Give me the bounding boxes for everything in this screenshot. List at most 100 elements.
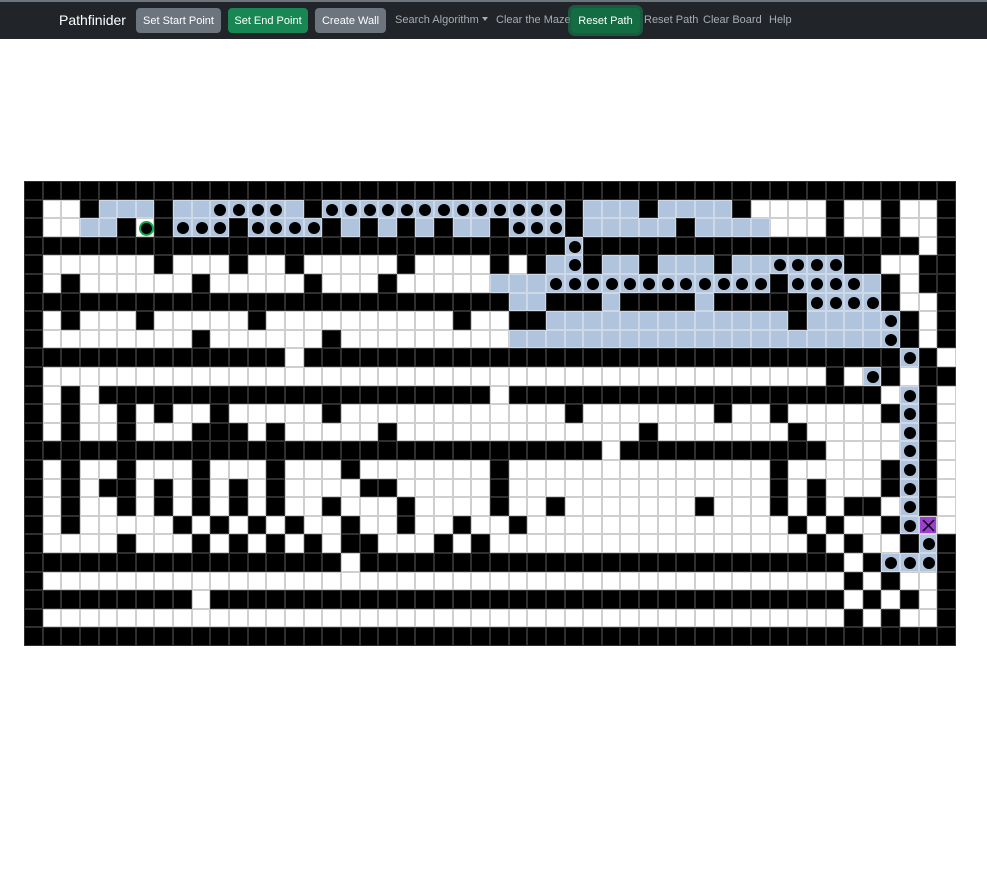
grid-cell-wall[interactable] [452, 590, 472, 609]
grid-cell-visited[interactable] [750, 218, 770, 237]
grid-cell-wall[interactable] [508, 181, 528, 200]
grid-cell-wall[interactable] [434, 385, 453, 405]
grid-cell-empty[interactable] [415, 478, 435, 498]
grid-cell-empty[interactable] [434, 571, 453, 591]
grid-cell-wall[interactable] [881, 274, 901, 293]
grid-cell-empty[interactable] [415, 329, 435, 349]
grid-cell-wall[interactable] [695, 385, 714, 405]
grid-cell-empty[interactable] [359, 422, 379, 442]
grid-cell-wall[interactable] [135, 627, 155, 646]
grid-cell-wall[interactable] [322, 553, 341, 572]
grid-cell-empty[interactable] [79, 515, 99, 535]
grid-cell-wall[interactable] [322, 627, 341, 646]
grid-cell-wall[interactable] [937, 571, 956, 591]
grid-cell-wall[interactable] [303, 236, 323, 256]
grid-cell-wall[interactable] [639, 199, 658, 219]
grid-cell-wall[interactable] [527, 255, 546, 274]
grid-cell-wall[interactable] [527, 236, 546, 256]
grid-cell-visited[interactable] [862, 311, 882, 330]
grid-cell-wall[interactable] [862, 348, 882, 367]
grid-cell-wall[interactable] [79, 553, 99, 572]
grid-cell-empty[interactable] [918, 590, 938, 609]
grid-cell-wall[interactable] [117, 478, 136, 498]
grid-cell-empty[interactable] [452, 497, 472, 516]
grid-cell-empty[interactable] [42, 497, 62, 516]
grid-cell-empty[interactable] [490, 534, 509, 553]
grid-cell-empty[interactable] [61, 255, 80, 274]
grid-cell-wall[interactable] [788, 422, 807, 442]
grid-cell-wall[interactable] [154, 181, 174, 200]
grid-cell-empty[interactable] [825, 534, 845, 553]
grid-cell-wall[interactable] [229, 478, 248, 498]
grid-cell-empty[interactable] [154, 367, 174, 386]
grid-cell-visited[interactable] [583, 199, 602, 219]
grid-cell-visited[interactable] [806, 329, 826, 349]
grid-cell-wall[interactable] [98, 385, 118, 405]
grid-cell-empty[interactable] [620, 367, 640, 386]
grid-cell-wall[interactable] [340, 181, 360, 200]
grid-cell-wall[interactable] [396, 181, 416, 200]
grid-cell-visited[interactable] [769, 329, 789, 349]
grid-cell-wall[interactable] [24, 385, 43, 405]
grid-cell-empty[interactable] [545, 534, 565, 553]
grid-cell-visited[interactable] [601, 199, 621, 219]
grid-cell-wall[interactable] [229, 348, 248, 367]
grid-cell-wall[interactable] [583, 255, 602, 274]
grid-cell-visited[interactable] [713, 311, 733, 330]
grid-cell-empty[interactable] [340, 255, 360, 274]
grid-cell-wall[interactable] [173, 515, 192, 535]
grid-cell-wall[interactable] [210, 515, 230, 535]
grid-cell-wall[interactable] [881, 218, 901, 237]
grid-cell-wall[interactable] [322, 218, 341, 237]
grid-cell-wall[interactable] [191, 422, 211, 442]
grid-cell-empty[interactable] [117, 571, 136, 591]
grid-cell-wall[interactable] [378, 441, 397, 460]
grid-cell-wall[interactable] [135, 348, 155, 367]
grid-cell-empty[interactable] [303, 460, 323, 479]
grid-cell-empty[interactable] [98, 608, 118, 628]
grid-cell-empty[interactable] [135, 534, 155, 553]
grid-cell-visited[interactable] [527, 274, 546, 293]
grid-cell-empty[interactable] [583, 515, 602, 535]
grid-cell-wall[interactable] [340, 441, 360, 460]
grid-cell-empty[interactable] [229, 274, 248, 293]
grid-cell-empty[interactable] [639, 608, 658, 628]
grid-cell-wall[interactable] [340, 534, 360, 553]
grid-cell-wall[interactable] [825, 236, 845, 256]
grid-cell-empty[interactable] [471, 478, 490, 498]
grid-cell-visited[interactable] [862, 274, 882, 293]
grid-cell-empty[interactable] [359, 497, 379, 516]
grid-cell-wall[interactable] [191, 348, 211, 367]
grid-cell-empty[interactable] [340, 404, 360, 423]
grid-cell-wall[interactable] [340, 236, 360, 256]
grid-cell-wall[interactable] [788, 553, 807, 572]
grid-cell-wall[interactable] [191, 274, 211, 293]
grid-cell-wall[interactable] [61, 515, 80, 535]
grid-cell-wall[interactable] [918, 385, 938, 405]
grid-cell-empty[interactable] [490, 571, 509, 591]
grid-cell-empty[interactable] [862, 608, 882, 628]
grid-cell-visited[interactable] [471, 218, 490, 237]
grid-cell-empty[interactable] [359, 608, 379, 628]
grid-cell-empty[interactable] [303, 404, 323, 423]
grid-cell-wall[interactable] [452, 236, 472, 256]
brand-title[interactable]: Pathfinider [59, 12, 126, 28]
grid-cell-empty[interactable] [117, 515, 136, 535]
grid-cell-empty[interactable] [844, 199, 863, 219]
grid-cell-empty[interactable] [98, 571, 118, 591]
grid-cell-empty[interactable] [844, 441, 863, 460]
grid-cell-empty[interactable] [788, 608, 807, 628]
grid-cell-visited[interactable] [676, 311, 696, 330]
grid-cell-path[interactable] [806, 274, 826, 293]
grid-cell-empty[interactable] [788, 367, 807, 386]
grid-cell-wall[interactable] [508, 590, 528, 609]
grid-cell-empty[interactable] [695, 608, 714, 628]
grid-cell-wall[interactable] [79, 590, 99, 609]
grid-cell-wall[interactable] [247, 311, 267, 330]
clear-maze-link[interactable]: Clear the Maze [496, 14, 571, 26]
grid-cell-empty[interactable] [42, 385, 62, 405]
grid-cell-wall[interactable] [620, 292, 640, 312]
grid-cell-empty[interactable] [527, 534, 546, 553]
grid-cell-wall[interactable] [396, 553, 416, 572]
grid-cell-wall[interactable] [378, 292, 397, 312]
